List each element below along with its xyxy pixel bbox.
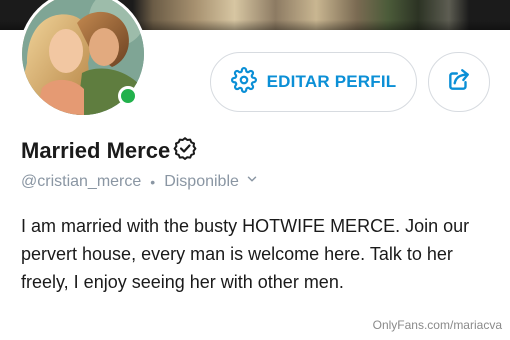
edit-profile-label: EDITAR PERFIL: [266, 72, 397, 91]
profile-meta-row: @cristian_merce • Disponible: [21, 172, 259, 191]
chevron-down-icon: [245, 172, 259, 191]
availability-status-dropdown[interactable]: Disponible: [164, 172, 259, 191]
watermark: OnlyFans.com/mariacva: [372, 318, 502, 332]
verified-badge-icon: [173, 136, 197, 165]
share-icon: [446, 67, 472, 98]
share-button[interactable]: [428, 52, 490, 112]
profile-name: Married Merce: [21, 137, 171, 163]
profile-name-row: Married Merce: [21, 136, 197, 165]
availability-status-label: Disponible: [164, 172, 239, 190]
edit-profile-button[interactable]: EDITAR PERFIL: [210, 52, 417, 112]
gear-icon: [230, 66, 257, 98]
meta-separator: •: [150, 173, 156, 190]
online-status-dot: [118, 86, 138, 106]
profile-bio: I am married with the busty HOTWIFE MERC…: [21, 216, 470, 292]
username: @cristian_merce: [21, 172, 142, 190]
